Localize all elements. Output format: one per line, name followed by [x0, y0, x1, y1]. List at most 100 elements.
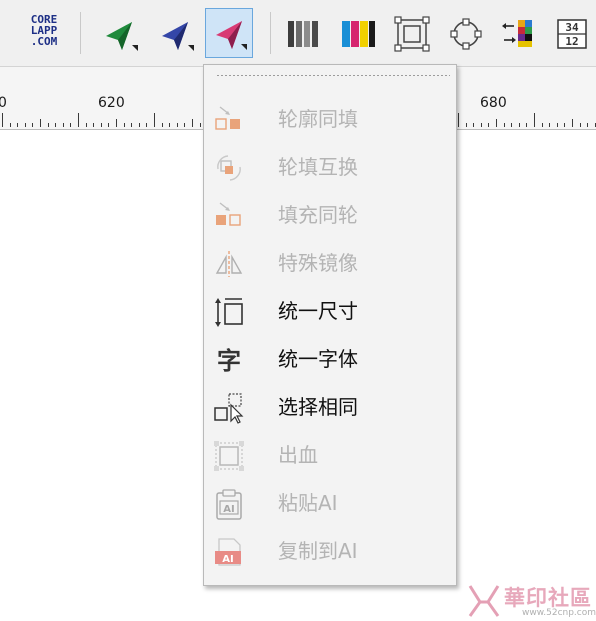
paper-plane-icon — [216, 21, 247, 50]
menu-item-label: 轮填互换 — [278, 155, 358, 179]
number-grid-bottom-text: 12 — [565, 35, 578, 48]
fill-to-outline-icon — [212, 199, 246, 233]
paste-ai-icon: AI — [212, 487, 246, 521]
ruler-tick — [526, 123, 527, 127]
menu-item-label: 统一尺寸 — [278, 299, 358, 323]
number-grid-button[interactable]: 34 12 — [548, 8, 596, 58]
ruler-tick — [32, 123, 33, 127]
menu-item-bleed[interactable]: 出血 — [204, 431, 456, 479]
mirror-icon — [212, 247, 246, 281]
ruler-tick — [10, 123, 11, 127]
menu-item-label: 粘贴AI — [278, 491, 338, 515]
paste-ai-badge: AI — [223, 504, 234, 515]
ruler-tick — [124, 123, 125, 127]
ruler-tick — [139, 123, 140, 127]
ruler-tick — [466, 123, 467, 127]
paper-plane-icon — [106, 22, 138, 51]
uniform-font-glyph: 字 — [217, 347, 241, 375]
corelapp-logo: CORE LAPP .COM — [30, 13, 58, 48]
paper-plane-icon — [162, 22, 194, 51]
ruler-tick — [55, 123, 56, 127]
ruler-label: 0 — [0, 95, 7, 111]
ruler-tick — [25, 123, 26, 127]
toolbar-separator — [80, 12, 81, 54]
watermark-logo-icon — [468, 585, 500, 617]
ruler-tick — [564, 123, 565, 127]
ruler-tick — [70, 123, 71, 127]
blue-plane-tool-button[interactable] — [152, 8, 200, 58]
ruler-tick — [63, 123, 64, 127]
ruler-tick — [146, 123, 147, 127]
menu-item-special-mirror[interactable]: 特殊镜像 — [204, 239, 456, 287]
circle-nodes-button[interactable] — [442, 8, 490, 58]
menu-item-label: 填充同轮 — [278, 203, 358, 227]
watermark: 華印社區 www.52cnp.com — [466, 580, 596, 621]
gray-bars-button[interactable] — [280, 8, 328, 58]
uniform-font-icon: 字 — [212, 343, 246, 377]
menu-item-uniform-font[interactable]: 字 统一字体 — [204, 335, 456, 383]
menu-item-fill-to-outline[interactable]: 填充同轮 — [204, 191, 456, 239]
menu-item-label: 统一字体 — [278, 347, 358, 371]
ruler-tick — [511, 123, 512, 127]
frame-align-button[interactable] — [388, 8, 436, 58]
frame-align-icon — [394, 16, 430, 52]
number-grid-top-text: 34 — [565, 21, 579, 34]
uniform-size-icon — [212, 295, 246, 329]
ruler-tick — [108, 123, 109, 127]
ruler-tick — [184, 123, 185, 127]
menu-item-label: 出血 — [278, 443, 318, 467]
ruler-tick — [169, 123, 170, 127]
ruler-tick — [93, 123, 94, 127]
ruler-tick — [162, 123, 163, 127]
ruler-tick — [580, 123, 581, 127]
ruler-tick — [549, 123, 550, 127]
ruler-tick — [101, 123, 102, 127]
select-same-icon — [212, 391, 246, 425]
menu-item-label: 复制到AI — [278, 539, 358, 563]
color-bars-button[interactable] — [334, 8, 382, 58]
arrow-swatch-icon — [502, 20, 532, 47]
ruler-tick — [542, 123, 543, 127]
ruler-tick — [48, 123, 49, 127]
ruler-tick — [177, 123, 178, 127]
menu-item-label: 轮廓同填 — [278, 107, 358, 131]
menu-item-swap-fill-outline[interactable]: 轮填互换 — [204, 143, 456, 191]
dropdown-menu: 轮廓同填 轮填互换 填充同轮 特殊镜像 统一尺寸 字 统一字体 选择相同 出血 … — [203, 64, 457, 586]
ruler-tick — [534, 113, 535, 127]
color-bars-icon — [342, 21, 375, 47]
ruler-tick — [131, 123, 132, 127]
ruler-label: 620 — [98, 95, 125, 111]
menu-item-paste-ai[interactable]: AI 粘贴AI — [204, 479, 456, 527]
ruler-tick — [458, 113, 459, 127]
bleed-icon — [212, 439, 246, 473]
ruler-tick — [496, 119, 497, 127]
pink-plane-tool-button[interactable] — [205, 8, 253, 58]
arrow-swatch-button[interactable] — [496, 8, 544, 58]
ruler-label: 680 — [480, 95, 507, 111]
ruler-tick — [154, 113, 155, 127]
menu-item-uniform-size[interactable]: 统一尺寸 — [204, 287, 456, 335]
copy-to-ai-badge: AI — [222, 554, 233, 565]
green-plane-tool-button[interactable] — [96, 8, 144, 58]
circle-nodes-icon — [450, 18, 482, 50]
ruler-tick — [473, 123, 474, 127]
ruler-tick — [488, 123, 489, 127]
ruler-tick — [40, 119, 41, 127]
ruler-tick — [86, 123, 87, 127]
number-grid-icon: 34 12 — [557, 19, 587, 49]
ruler-tick — [78, 113, 79, 127]
menu-item-select-same[interactable]: 选择相同 — [204, 383, 456, 431]
ruler-tick — [572, 119, 573, 127]
ruler-tick — [17, 123, 18, 127]
toolbar-separator — [270, 12, 271, 54]
ruler-tick — [557, 123, 558, 127]
menu-grip-handle[interactable] — [216, 74, 450, 77]
ruler-tick — [519, 123, 520, 127]
menu-item-copy-to-ai[interactable]: AI 复制到AI — [204, 527, 456, 575]
ruler-tick — [116, 119, 117, 127]
outline-to-fill-icon — [212, 103, 246, 137]
gray-bars-icon — [288, 21, 318, 47]
menu-item-label: 选择相同 — [278, 395, 358, 419]
menu-item-outline-to-fill[interactable]: 轮廓同填 — [204, 95, 456, 143]
ruler-tick — [200, 123, 201, 127]
